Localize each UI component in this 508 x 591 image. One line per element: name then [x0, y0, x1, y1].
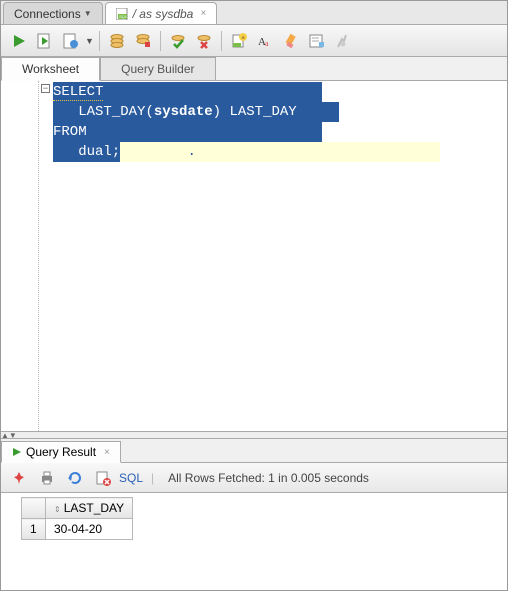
- close-icon[interactable]: ×: [104, 447, 110, 458]
- splitter[interactable]: ▲▼: [1, 431, 507, 439]
- chevron-down-icon[interactable]: ▼: [84, 9, 92, 18]
- sql-file-icon: SQL: [116, 8, 130, 20]
- rownum-header[interactable]: [22, 498, 46, 519]
- close-icon[interactable]: ×: [200, 8, 206, 19]
- clear-button[interactable]: [279, 29, 303, 53]
- sql-link[interactable]: SQL: [119, 471, 143, 485]
- run-button[interactable]: [7, 29, 31, 53]
- tab-query-result-label: Query Result: [26, 445, 96, 459]
- tab-query-result[interactable]: Query Result ×: [1, 441, 121, 463]
- tab-query-builder-label: Query Builder: [121, 62, 194, 76]
- refresh-button[interactable]: [63, 466, 87, 490]
- commit-button[interactable]: [166, 29, 190, 53]
- tab-connections-label: Connections: [14, 7, 81, 21]
- play-icon: [12, 447, 22, 457]
- column-header[interactable]: ⇕LAST_DAY: [46, 498, 133, 519]
- settings-button: [331, 29, 355, 53]
- sql-tuning-button[interactable]: [131, 29, 155, 53]
- sql-keyword-select: SELECT: [53, 84, 103, 101]
- sql-function: LAST_DAY: [78, 104, 145, 120]
- sql-arg: sysdate: [154, 104, 213, 120]
- rownum-cell: 1: [22, 519, 46, 540]
- tab-worksheet-label: Worksheet: [22, 62, 79, 76]
- tab-query-builder[interactable]: Query Builder: [100, 57, 215, 81]
- autotrace-button[interactable]: [105, 29, 129, 53]
- sql-table: dual: [78, 144, 112, 160]
- editor-content[interactable]: SELECT LAST_DAY(sysdate) LAST_DAY FROM d…: [53, 81, 507, 431]
- svg-text:SQL: SQL: [119, 14, 127, 19]
- fold-toggle[interactable]: −: [41, 84, 50, 93]
- menu-dropdown-icon[interactable]: ▼: [85, 36, 94, 46]
- main-toolbar: ▼ ★ Aa: [1, 25, 507, 57]
- sql-keyword-from: FROM: [53, 124, 87, 140]
- result-tabs: Query Result ×: [1, 439, 507, 463]
- sql-alias: LAST_DAY: [229, 104, 296, 120]
- result-toolbar: SQL | All Rows Fetched: 1 in 0.005 secon…: [1, 463, 507, 493]
- status-text: All Rows Fetched: 1 in 0.005 seconds: [168, 471, 369, 485]
- tab-active-label: / as sysdba: [133, 7, 194, 21]
- delete-button[interactable]: [91, 466, 115, 490]
- rollback-button[interactable]: [192, 29, 216, 53]
- gutter: [1, 81, 39, 431]
- uppercase-button[interactable]: Aa: [253, 29, 277, 53]
- result-grid[interactable]: ⇕LAST_DAY 1 30-04-20: [1, 493, 507, 540]
- sql-editor[interactable]: − SELECT LAST_DAY(sysdate) LAST_DAY FROM…: [1, 81, 507, 431]
- top-tabs: Connections ▼ SQL / as sysdba ×: [1, 1, 507, 25]
- print-button[interactable]: [35, 466, 59, 490]
- table-row[interactable]: 1 30-04-20: [22, 519, 133, 540]
- sql-history-button[interactable]: [305, 29, 329, 53]
- explain-plan-button[interactable]: [59, 29, 83, 53]
- cell: 30-04-20: [46, 519, 133, 540]
- pin-button[interactable]: [7, 466, 31, 490]
- unshared-worksheet-button[interactable]: ★: [227, 29, 251, 53]
- run-script-button[interactable]: [33, 29, 57, 53]
- tab-connections[interactable]: Connections ▼: [3, 2, 103, 24]
- tab-active-connection[interactable]: SQL / as sysdba ×: [105, 2, 218, 24]
- tab-worksheet[interactable]: Worksheet: [1, 57, 100, 81]
- svg-text:★: ★: [240, 34, 245, 41]
- worksheet-tabs: Worksheet Query Builder: [1, 57, 507, 81]
- svg-text:a: a: [265, 39, 269, 48]
- sort-icon[interactable]: ⇕: [54, 505, 61, 514]
